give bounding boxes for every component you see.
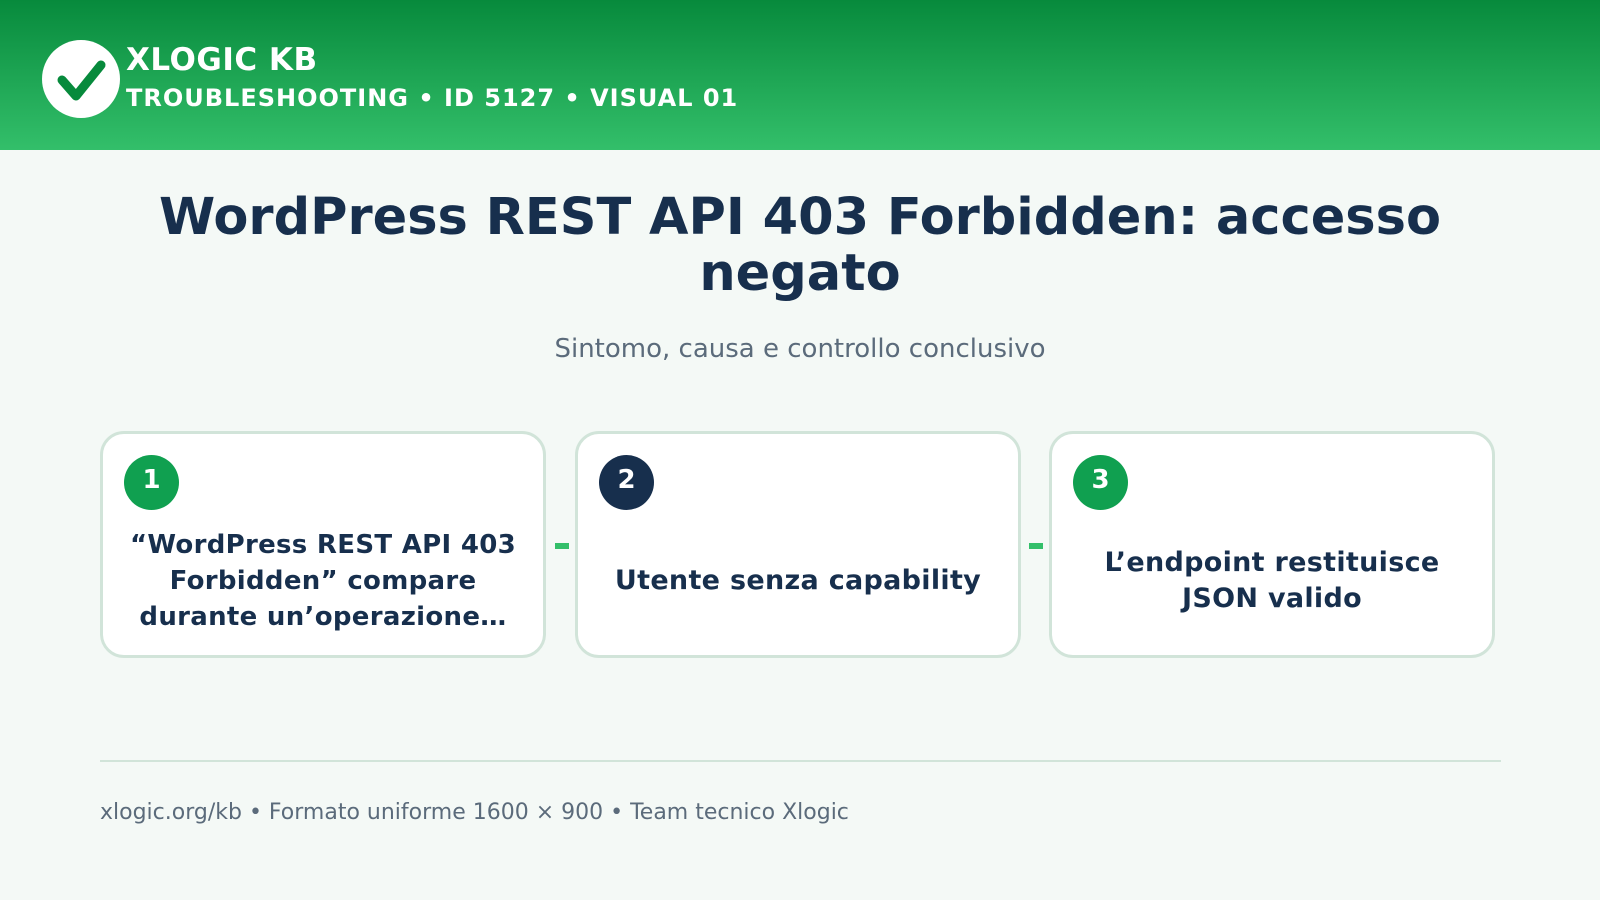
- step-number-badge: 3: [1073, 455, 1128, 510]
- step-text-label: L’endpoint restituisce JSON valido: [1104, 546, 1440, 614]
- step-text: L’endpoint restituisce JSON valido: [1072, 524, 1472, 637]
- step-number-badge: 1: [124, 455, 179, 510]
- logo: [42, 40, 120, 118]
- footer-text: xlogic.org/kb • Formato uniforme 1600 × …: [100, 800, 849, 825]
- step-text: “WordPress REST API 403 Forbidden” compa…: [123, 524, 523, 637]
- step-number-badge: 2: [599, 455, 654, 510]
- footer-divider: [100, 760, 1501, 762]
- step-card-1: 1 “WordPress REST API 403 Forbidden” com…: [100, 431, 546, 658]
- step-text: Utente senza capability: [598, 524, 998, 637]
- brand-meta: TROUBLESHOOTING • ID 5127 • VISUAL 01: [126, 84, 739, 112]
- step-card-2: 2 Utente senza capability: [575, 431, 1021, 658]
- page-subtitle: Sintomo, causa e controllo conclusivo: [554, 334, 1046, 364]
- step-connector: [1029, 543, 1043, 549]
- step-text-label: “WordPress REST API 403 Forbidden” compa…: [129, 529, 517, 632]
- page-title: WordPress REST API 403 Forbidden: access…: [158, 188, 1442, 303]
- check-circle-icon: [57, 60, 106, 101]
- step-card-3: 3 L’endpoint restituisce JSON valido: [1049, 431, 1495, 658]
- header-banner: XLOGIC KB TROUBLESHOOTING • ID 5127 • VI…: [0, 0, 1600, 150]
- step-connector: [555, 543, 569, 549]
- step-text-label: Utente senza capability: [614, 564, 982, 596]
- brand-name: XLOGIC KB: [126, 42, 318, 78]
